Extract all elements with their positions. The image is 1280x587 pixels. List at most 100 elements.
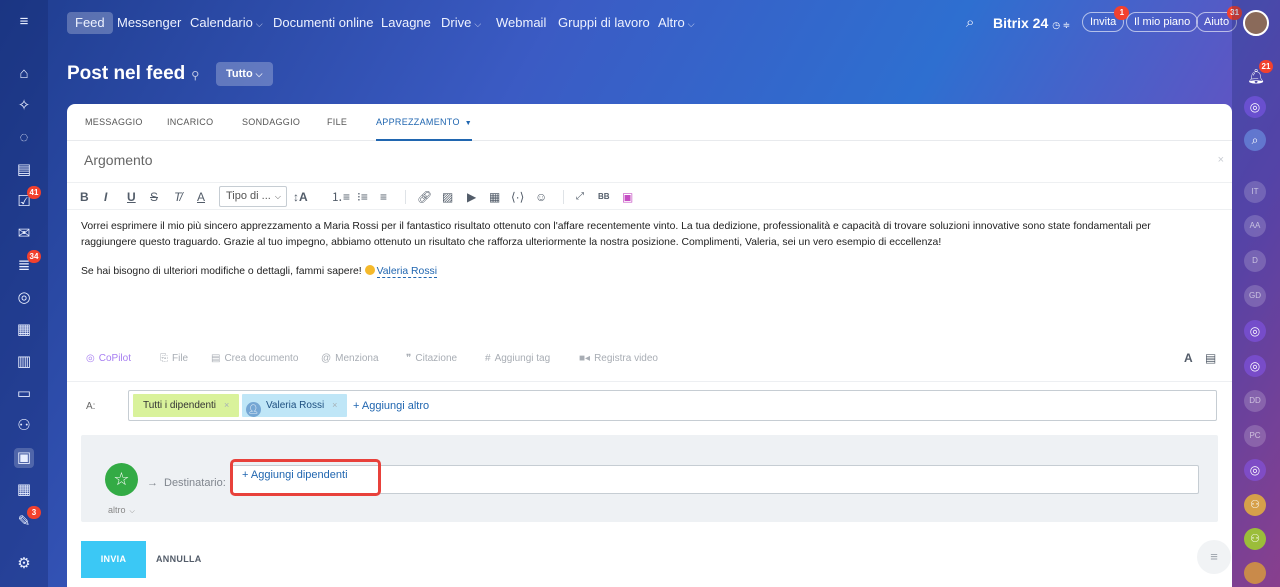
approvals-icon[interactable]: ✎ 3 — [14, 506, 41, 532]
text-format-icon[interactable]: A — [1184, 351, 1193, 365]
tasks-icon[interactable]: ☑ 41 — [14, 186, 41, 212]
nav-feed[interactable]: Feed — [67, 12, 113, 34]
nav-gruppi[interactable]: Gruppi di lavoro — [558, 12, 650, 34]
close-icon[interactable]: × — [1218, 154, 1224, 166]
contact-avatar[interactable]: D — [1244, 250, 1266, 272]
contact-avatar[interactable]: GD — [1244, 285, 1266, 307]
search-chat-icon[interactable]: ⌕ — [1244, 129, 1266, 151]
tab-sondaggio[interactable]: SONDAGGIO — [242, 117, 300, 127]
menu-icon[interactable]: ≡ — [1197, 540, 1231, 574]
copilot-chat-icon[interactable]: ◎ — [1244, 320, 1266, 342]
record-video-button[interactable]: ■◂ Registra video — [579, 353, 658, 364]
cancel-button[interactable]: ANNULLA — [156, 554, 202, 564]
video-icon[interactable]: ▶ — [467, 189, 476, 205]
badge-type-select[interactable]: altro ⌵ — [108, 505, 135, 516]
document-icon[interactable]: ▤ — [14, 160, 34, 180]
quote-button[interactable]: ❞ Citazione — [406, 353, 457, 364]
user-avatar[interactable] — [1243, 10, 1269, 36]
bbcode-icon[interactable]: BB — [598, 189, 610, 205]
mention-button[interactable]: @ Menziona — [321, 353, 379, 364]
board-icon[interactable]: ▣ — [14, 448, 34, 468]
group-avatar-icon[interactable]: ⚇ — [1244, 494, 1266, 516]
tab-messaggio[interactable]: MESSAGGIO — [85, 117, 143, 127]
home-icon[interactable]: ⌂ — [14, 64, 34, 84]
drive-icon[interactable]: ▭ — [14, 384, 34, 404]
copilot-button[interactable]: ◎ CoPilot — [86, 353, 131, 364]
feed-filter-button[interactable]: Tutto ⌵ — [216, 62, 273, 86]
contact-avatar[interactable]: AA — [1244, 215, 1266, 237]
recipients-field[interactable]: Tutti i dipendenti × 👤︎ Valeria Rossi × + A… — [128, 390, 1217, 421]
chat-icon[interactable]: ◌ — [14, 128, 34, 148]
contact-avatar[interactable]: PC — [1244, 425, 1266, 447]
create-document-button[interactable]: ▤ Crea documento — [211, 353, 298, 364]
copilot-icon[interactable]: ✧ — [14, 96, 34, 116]
clear-format-icon[interactable]: T̸ — [174, 189, 181, 205]
schedule-icon[interactable]: ▦ — [14, 480, 34, 500]
add-employees-link[interactable]: + Aggiungi dipendenti — [242, 469, 348, 481]
add-more-recipients-link[interactable]: + Aggiungi altro — [353, 400, 429, 412]
image-icon[interactable]: ▨ — [442, 189, 453, 205]
copilot-icon[interactable]: ◎ — [1244, 96, 1266, 118]
font-select[interactable]: Tipo di ... ⌵ — [219, 186, 287, 207]
menu-icon[interactable]: ≡ — [14, 12, 34, 32]
pin-icon[interactable]: ⚲ — [191, 70, 199, 82]
nav-webmail[interactable]: Webmail — [496, 12, 546, 34]
user-mention[interactable]: Valeria Rossi — [376, 266, 438, 278]
numbered-list-icon[interactable]: ⒈≡ — [331, 189, 350, 205]
panel-toggle-icon[interactable]: ▤ — [1205, 351, 1216, 365]
target-icon[interactable]: ◎ — [14, 288, 34, 308]
group-avatar-icon[interactable]: ⚇ — [1244, 528, 1266, 550]
bold-icon[interactable]: B — [80, 189, 89, 205]
copilot-chat-icon[interactable]: ◎ — [1244, 459, 1266, 481]
recipient-tag-user[interactable]: 👤︎ Valeria Rossi × — [242, 394, 348, 417]
settings-icon[interactable]: ⚙ — [14, 554, 34, 574]
align-icon[interactable]: ≡ — [380, 189, 387, 205]
tab-incarico[interactable]: INCARICO — [167, 117, 213, 127]
add-tag-button[interactable]: # Aggiungi tag — [485, 353, 550, 364]
underline-icon[interactable]: U — [127, 189, 136, 205]
contact-avatar[interactable]: IT — [1244, 181, 1266, 203]
nav-messenger[interactable]: Messenger — [117, 12, 181, 34]
avatar: 👤︎ — [246, 402, 261, 417]
copilot-chat-icon[interactable]: ◎ — [1244, 355, 1266, 377]
link-icon[interactable]: 🔗︎ — [417, 189, 432, 205]
send-button[interactable]: INVIA — [81, 541, 146, 578]
font-size-icon[interactable]: ↕A — [293, 189, 308, 205]
bell-icon[interactable]: 🔔︎ 21 — [1246, 60, 1273, 86]
star-icon[interactable]: ☆ — [105, 463, 138, 496]
subject-input[interactable]: Argomento — [84, 152, 152, 168]
add-employees-highlight[interactable]: + Aggiungi dipendenti — [230, 459, 381, 496]
nav-calendario[interactable]: Calendario ⌵ — [190, 12, 263, 34]
remove-icon[interactable]: × — [332, 400, 337, 410]
calendar-icon[interactable]: ▦ — [14, 320, 34, 340]
emoji-icon[interactable]: ☺ — [535, 189, 547, 205]
text-color-icon[interactable]: A — [197, 189, 205, 205]
remove-icon[interactable]: × — [224, 400, 229, 410]
feed-filter-icon[interactable]: ≣ 34 — [14, 250, 41, 276]
strikethrough-icon[interactable]: S — [150, 189, 158, 205]
users-icon[interactable]: ⚇ — [14, 416, 34, 436]
invite-button[interactable]: Invita 1 — [1082, 6, 1130, 32]
user-avatar[interactable] — [1244, 562, 1266, 584]
nav-lavagne[interactable]: Lavagne — [381, 12, 431, 34]
nav-documenti[interactable]: Documenti online — [273, 12, 373, 34]
tab-apprezzamento[interactable]: APPREZZAMENTO ▼ — [376, 117, 472, 141]
nav-altro[interactable]: Altro ⌵ — [658, 12, 695, 34]
my-plan-button[interactable]: Il mio piano — [1126, 12, 1199, 32]
file-icon[interactable]: ▥ — [14, 352, 34, 372]
copilot-image-icon[interactable]: ▣ — [622, 189, 633, 205]
attach-file-button[interactable]: ⎘ File — [160, 353, 188, 364]
contact-avatar[interactable]: DD — [1244, 390, 1266, 412]
recipient-tag-all-employees[interactable]: Tutti i dipendenti × — [133, 394, 240, 417]
search-icon[interactable]: ⌕ — [966, 12, 974, 34]
table-icon[interactable]: ▦ — [489, 189, 500, 205]
bullet-list-icon[interactable]: ⁝≡ — [357, 189, 368, 205]
code-icon[interactable]: ⟨·⟩ — [511, 189, 524, 205]
help-button[interactable]: Aiuto 31 — [1196, 6, 1243, 32]
nav-drive[interactable]: Drive ⌵ — [441, 12, 481, 34]
italic-icon[interactable]: I — [104, 189, 107, 205]
tab-file[interactable]: FILE — [327, 117, 347, 127]
message-body[interactable]: Vorrei esprimere il mio più sincero appr… — [81, 219, 1201, 293]
fullscreen-icon[interactable]: ⤢ — [576, 189, 584, 205]
mail-icon[interactable]: ✉ — [14, 224, 34, 244]
